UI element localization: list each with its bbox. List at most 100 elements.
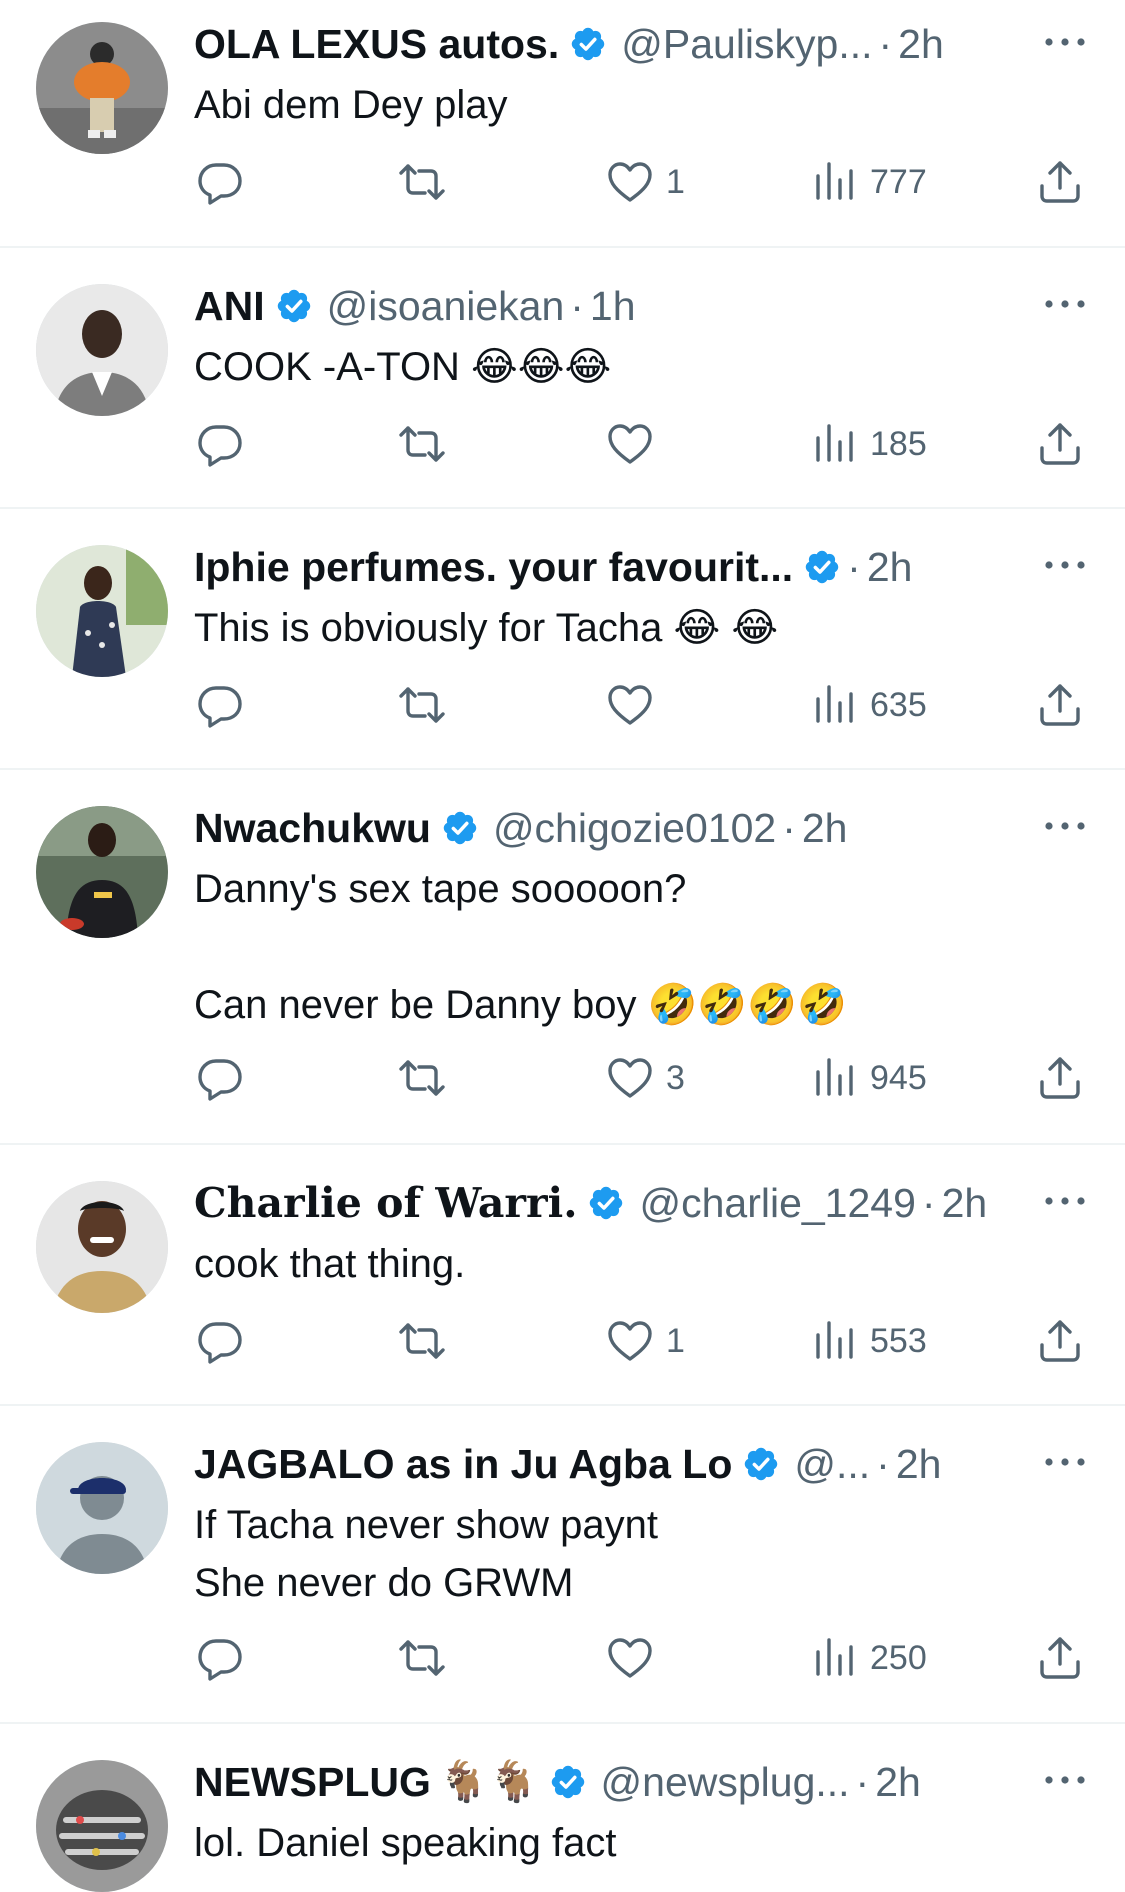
analytics-icon	[810, 420, 858, 468]
tweet-card[interactable]: NEWSPLUG 🐐🐐 @newsplug... · 2h lol. Danie…	[0, 1738, 1125, 1892]
retweet-button[interactable]	[398, 1628, 446, 1688]
tweet-card[interactable]: JAGBALO as in Ju Agba Lo @... · 2h If Ta…	[0, 1420, 1125, 1718]
reply-button[interactable]	[196, 152, 244, 212]
user-handle[interactable]: @isoaniekan	[327, 280, 565, 332]
tweet-text: lol. Daniel speaking fact	[194, 1821, 617, 1865]
footballer-avatar[interactable]	[36, 806, 168, 938]
like-button[interactable]: 1	[606, 1311, 685, 1371]
view-count: 635	[870, 685, 927, 724]
display-name[interactable]: Charlie of Warri.	[194, 1177, 577, 1229]
reply-icon	[196, 158, 244, 206]
heart-icon	[606, 420, 654, 468]
timestamp[interactable]: 2h	[867, 541, 913, 593]
reply-icon	[196, 681, 244, 729]
like-button[interactable]: 3	[606, 1048, 685, 1108]
share-button[interactable]	[1036, 1311, 1084, 1371]
more-options-icon[interactable]	[1041, 290, 1089, 318]
timestamp[interactable]: 2h	[802, 802, 848, 854]
tweet-header: Charlie of Warri. @charlie_1249 · 2h	[194, 1177, 987, 1229]
toy-figure-avatar[interactable]	[36, 22, 168, 154]
timestamp[interactable]: 2h	[942, 1177, 988, 1229]
retweet-button[interactable]	[398, 1048, 446, 1108]
heart-icon	[606, 158, 654, 206]
separator-dot: ·	[570, 283, 584, 329]
like-button[interactable]	[606, 414, 666, 474]
tweet-card[interactable]: OLA LEXUS autos. @Pauliskyp... · 2h Abi …	[0, 0, 1125, 246]
retweet-button[interactable]	[398, 675, 446, 735]
display-name[interactable]: ANI	[194, 280, 265, 332]
views-button[interactable]: 185	[810, 414, 927, 474]
man-portrait-avatar[interactable]	[36, 284, 168, 416]
more-options-icon[interactable]	[1041, 551, 1089, 579]
views-button[interactable]: 553	[810, 1311, 927, 1371]
retweet-button[interactable]	[398, 414, 446, 474]
views-button[interactable]: 945	[810, 1048, 927, 1108]
retweet-icon	[398, 1634, 446, 1682]
action-bar: 185	[194, 414, 1105, 474]
like-button[interactable]	[606, 675, 666, 735]
tweet-divider	[0, 507, 1125, 509]
timestamp[interactable]: 1h	[590, 280, 636, 332]
heart-icon	[606, 1634, 654, 1682]
cap-avatar[interactable]	[36, 1442, 168, 1574]
more-options-icon[interactable]	[1041, 1448, 1089, 1476]
more-options-icon[interactable]	[1041, 1766, 1089, 1794]
tweet-card[interactable]: Iphie perfumes. your favourit... · 2h Th…	[0, 523, 1125, 769]
share-button[interactable]	[1036, 1048, 1084, 1108]
tweet-header: JAGBALO as in Ju Agba Lo @... · 2h	[194, 1438, 975, 1490]
reply-button[interactable]	[196, 1311, 244, 1371]
retweet-button[interactable]	[398, 152, 446, 212]
more-options-icon[interactable]	[1041, 28, 1089, 56]
tweet-text: If Tacha never show paynt She never do G…	[194, 1503, 658, 1605]
timestamp[interactable]: 2h	[875, 1756, 921, 1808]
share-button[interactable]	[1036, 414, 1084, 474]
separator-dot: ·	[878, 21, 893, 67]
like-button[interactable]	[606, 1628, 666, 1688]
tweet-card[interactable]: Charlie of Warri. @charlie_1249 · 2h coo…	[0, 1159, 1125, 1405]
action-bar: 635	[194, 675, 1105, 735]
reply-icon	[196, 1634, 244, 1682]
views-button[interactable]: 777	[810, 152, 927, 212]
hands-avatar[interactable]	[36, 1760, 168, 1892]
tweet-card[interactable]: Nwachukwu @chigozie0102 · 2h Danny's sex…	[0, 784, 1125, 1144]
more-options-icon[interactable]	[1041, 812, 1089, 840]
action-bar: 250	[194, 1628, 1105, 1688]
display-name[interactable]: NEWSPLUG	[194, 1756, 431, 1808]
reply-button[interactable]	[196, 675, 244, 735]
user-handle[interactable]: @...	[794, 1438, 870, 1490]
heart-icon	[606, 681, 654, 729]
tweet-card[interactable]: ANI @isoaniekan · 1h COOK -A-TON 😂😂😂 185	[0, 262, 1125, 508]
user-handle[interactable]: @charlie_1249	[639, 1177, 915, 1229]
reply-button[interactable]	[196, 414, 244, 474]
display-name[interactable]: Nwachukwu	[194, 802, 431, 854]
retweet-icon	[398, 158, 446, 206]
reply-button[interactable]	[196, 1628, 244, 1688]
more-options-icon[interactable]	[1041, 1187, 1089, 1215]
retweet-button[interactable]	[398, 1311, 446, 1371]
share-icon	[1036, 158, 1084, 206]
woman-portrait-avatar[interactable]	[36, 545, 168, 677]
share-button[interactable]	[1036, 152, 1084, 212]
tweet-divider	[0, 1143, 1125, 1145]
share-button[interactable]	[1036, 675, 1084, 735]
like-count: 1	[666, 1321, 685, 1360]
analytics-icon	[810, 1317, 858, 1365]
tweet-text: Abi dem Dey play	[194, 83, 508, 127]
user-handle[interactable]: @newsplug...	[601, 1756, 850, 1808]
tweet-divider	[0, 246, 1125, 248]
views-button[interactable]: 635	[810, 675, 927, 735]
views-button[interactable]: 250	[810, 1628, 927, 1688]
user-handle[interactable]: @Pauliskyp...	[621, 18, 872, 70]
display-name[interactable]: Iphie perfumes. your favourit...	[194, 541, 793, 593]
analytics-icon	[810, 681, 858, 729]
timestamp[interactable]: 2h	[898, 18, 944, 70]
reply-button[interactable]	[196, 1048, 244, 1108]
user-handle[interactable]: @chigozie0102	[493, 802, 776, 854]
timestamp[interactable]: 2h	[896, 1438, 942, 1490]
tweet-text: cook that thing.	[194, 1242, 466, 1286]
display-name[interactable]: JAGBALO as in Ju Agba Lo	[194, 1438, 732, 1490]
like-button[interactable]: 1	[606, 152, 685, 212]
share-button[interactable]	[1036, 1628, 1084, 1688]
smiling-man-avatar[interactable]	[36, 1181, 168, 1313]
display-name[interactable]: OLA LEXUS autos.	[194, 18, 559, 70]
